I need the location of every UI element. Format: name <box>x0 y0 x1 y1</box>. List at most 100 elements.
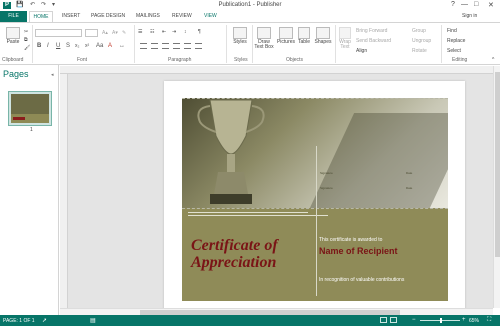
distribute-icon[interactable] <box>184 43 191 49</box>
copy-icon[interactable]: ⧉ <box>24 37 28 43</box>
bold-button[interactable]: B <box>37 43 41 49</box>
zoom-slider-handle[interactable] <box>440 318 442 323</box>
tab-insert[interactable]: INSERT <box>62 13 80 19</box>
close-button[interactable]: ✕ <box>488 1 494 9</box>
text-box-icon <box>257 27 271 39</box>
vertical-scrollbar[interactable] <box>493 66 500 308</box>
character-spacing-icon[interactable]: ↔ <box>119 43 125 49</box>
pictures-button[interactable]: Pictures <box>276 27 296 45</box>
ribbon-divider <box>134 25 135 63</box>
send-backward-button[interactable]: Send Backward <box>356 38 391 44</box>
fit-page-icon[interactable]: ⛶ <box>487 317 491 324</box>
numbering-icon[interactable]: ☷ <box>150 29 154 35</box>
vertical-ruler[interactable] <box>60 74 68 308</box>
date-label-1: Date <box>406 171 413 175</box>
window-title: Publication1 - Publisher <box>218 2 282 8</box>
minimize-button[interactable]: — <box>461 1 468 8</box>
replace-button[interactable]: Replace <box>447 38 465 44</box>
font-color-icon[interactable]: A <box>108 43 112 49</box>
pages-pane: Pages ◂ 1 <box>0 65 59 315</box>
align-button[interactable]: Align <box>356 48 367 54</box>
styles-label: Styles <box>233 39 247 45</box>
superscript-icon[interactable]: x² <box>85 43 89 49</box>
zoom-out-icon[interactable]: − <box>412 317 416 323</box>
tab-mailings[interactable]: MAILINGS <box>136 13 160 19</box>
ribbon: Paste ✂ ⧉ 🖌 Clipboard A▴ A▾ ✎ B I U S x₂… <box>0 22 500 65</box>
wrap-text-icon <box>339 27 351 39</box>
collapse-ribbon-icon[interactable]: ^ <box>492 57 494 63</box>
ribbon-divider <box>32 25 33 63</box>
line-spacing-icon[interactable]: ↕ <box>184 29 187 35</box>
tab-file[interactable]: FILE <box>0 11 27 22</box>
horizontal-ruler[interactable] <box>60 66 493 74</box>
tab-home[interactable]: HOME <box>29 11 53 22</box>
collapse-pane-icon[interactable]: ◂ <box>51 72 54 78</box>
zoom-in-icon[interactable]: + <box>462 317 466 323</box>
clipboard-icon <box>6 27 20 39</box>
wrap-text-button[interactable]: Wrap Text <box>336 27 354 50</box>
font-size-input[interactable] <box>85 29 98 37</box>
grow-font-icon[interactable]: A▴ <box>102 30 108 36</box>
objects-group-label: Objects <box>286 57 303 63</box>
layout-guide <box>182 208 448 209</box>
columns-icon[interactable] <box>195 43 202 49</box>
page-thumbnail[interactable] <box>8 91 52 126</box>
certificate-heading[interactable]: Certificate of Appreciation <box>191 237 311 271</box>
font-name-input[interactable] <box>35 29 82 37</box>
user-account[interactable]: Sign in <box>462 13 477 19</box>
increase-indent-icon[interactable]: ⇥ <box>172 29 176 35</box>
align-right-icon[interactable] <box>162 43 169 49</box>
paragraph-group-label: Paragraph <box>168 57 192 63</box>
maximize-button[interactable]: □ <box>474 1 478 8</box>
shrink-font-icon[interactable]: A▾ <box>112 30 118 36</box>
table-button[interactable]: Table <box>296 27 312 45</box>
bring-forward-button[interactable]: Bring Forward <box>356 28 387 34</box>
rotate-button[interactable]: Rotate <box>412 48 427 54</box>
table-label: Table <box>298 39 310 45</box>
italic-button[interactable]: I <box>47 43 49 49</box>
page-icon[interactable]: ▤ <box>90 317 96 324</box>
ribbon-divider <box>252 25 253 63</box>
signature-label-1: Signature <box>320 171 333 175</box>
align-center-icon[interactable] <box>151 43 158 49</box>
find-button[interactable]: Find <box>447 28 457 34</box>
help-button[interactable]: ? <box>451 1 455 8</box>
trophy-photo[interactable]: Signature Signature Date Date <box>182 98 448 208</box>
title-bar: P 💾 ↶ ↷ ▾ Publication1 - Publisher ? — □… <box>0 0 500 11</box>
align-left-icon[interactable] <box>140 43 147 49</box>
group-button[interactable]: Group <box>412 28 426 34</box>
draw-text-box-button[interactable]: Draw Text Box <box>254 27 274 50</box>
cut-icon[interactable]: ✂ <box>24 29 28 35</box>
underline-button[interactable]: U <box>56 43 60 49</box>
horizontal-scrollbar[interactable] <box>60 308 493 315</box>
ribbon-divider <box>441 25 442 63</box>
two-page-view-icon[interactable] <box>390 317 397 323</box>
editing-group-label: Editing <box>452 57 468 63</box>
styles-button[interactable]: Styles <box>230 27 250 45</box>
paste-button[interactable]: Paste <box>2 27 24 45</box>
awarded-to-text[interactable]: This certificate is awarded to <box>319 237 382 243</box>
zoom-level[interactable]: 65% <box>469 318 479 324</box>
bullets-icon[interactable]: ☰ <box>138 29 142 35</box>
page-thumbnail-number: 1 <box>30 127 33 133</box>
tab-review[interactable]: REVIEW <box>172 13 192 19</box>
subscript-icon[interactable]: x₂ <box>75 43 79 49</box>
tab-page-design[interactable]: PAGE DESIGN <box>91 13 125 19</box>
decrease-indent-icon[interactable]: ⇤ <box>162 29 166 35</box>
show-formatting-icon[interactable]: ¶ <box>198 29 201 35</box>
format-painter-icon[interactable]: 🖌 <box>24 45 30 51</box>
tab-view[interactable]: VIEW <box>204 13 217 19</box>
select-button[interactable]: Select <box>447 48 461 54</box>
publication-page[interactable]: Signature Signature Date Date Certificat… <box>164 81 465 313</box>
ungroup-button[interactable]: Ungroup <box>412 38 431 44</box>
recipient-name[interactable]: Name of Recipient <box>319 246 398 256</box>
normal-view-icon[interactable] <box>380 317 387 323</box>
clear-formatting-icon[interactable]: ✎ <box>122 30 126 36</box>
shapes-button[interactable]: Shapes <box>313 27 333 45</box>
change-case-icon[interactable]: Aa <box>96 43 103 49</box>
picture-icon <box>279 27 293 39</box>
page-count: PAGE: 1 OF 1 <box>3 318 35 324</box>
justify-icon[interactable] <box>173 43 180 49</box>
recognition-text[interactable]: In recognition of valuable contributions <box>319 277 404 283</box>
strikethrough-icon[interactable]: S <box>66 43 70 49</box>
